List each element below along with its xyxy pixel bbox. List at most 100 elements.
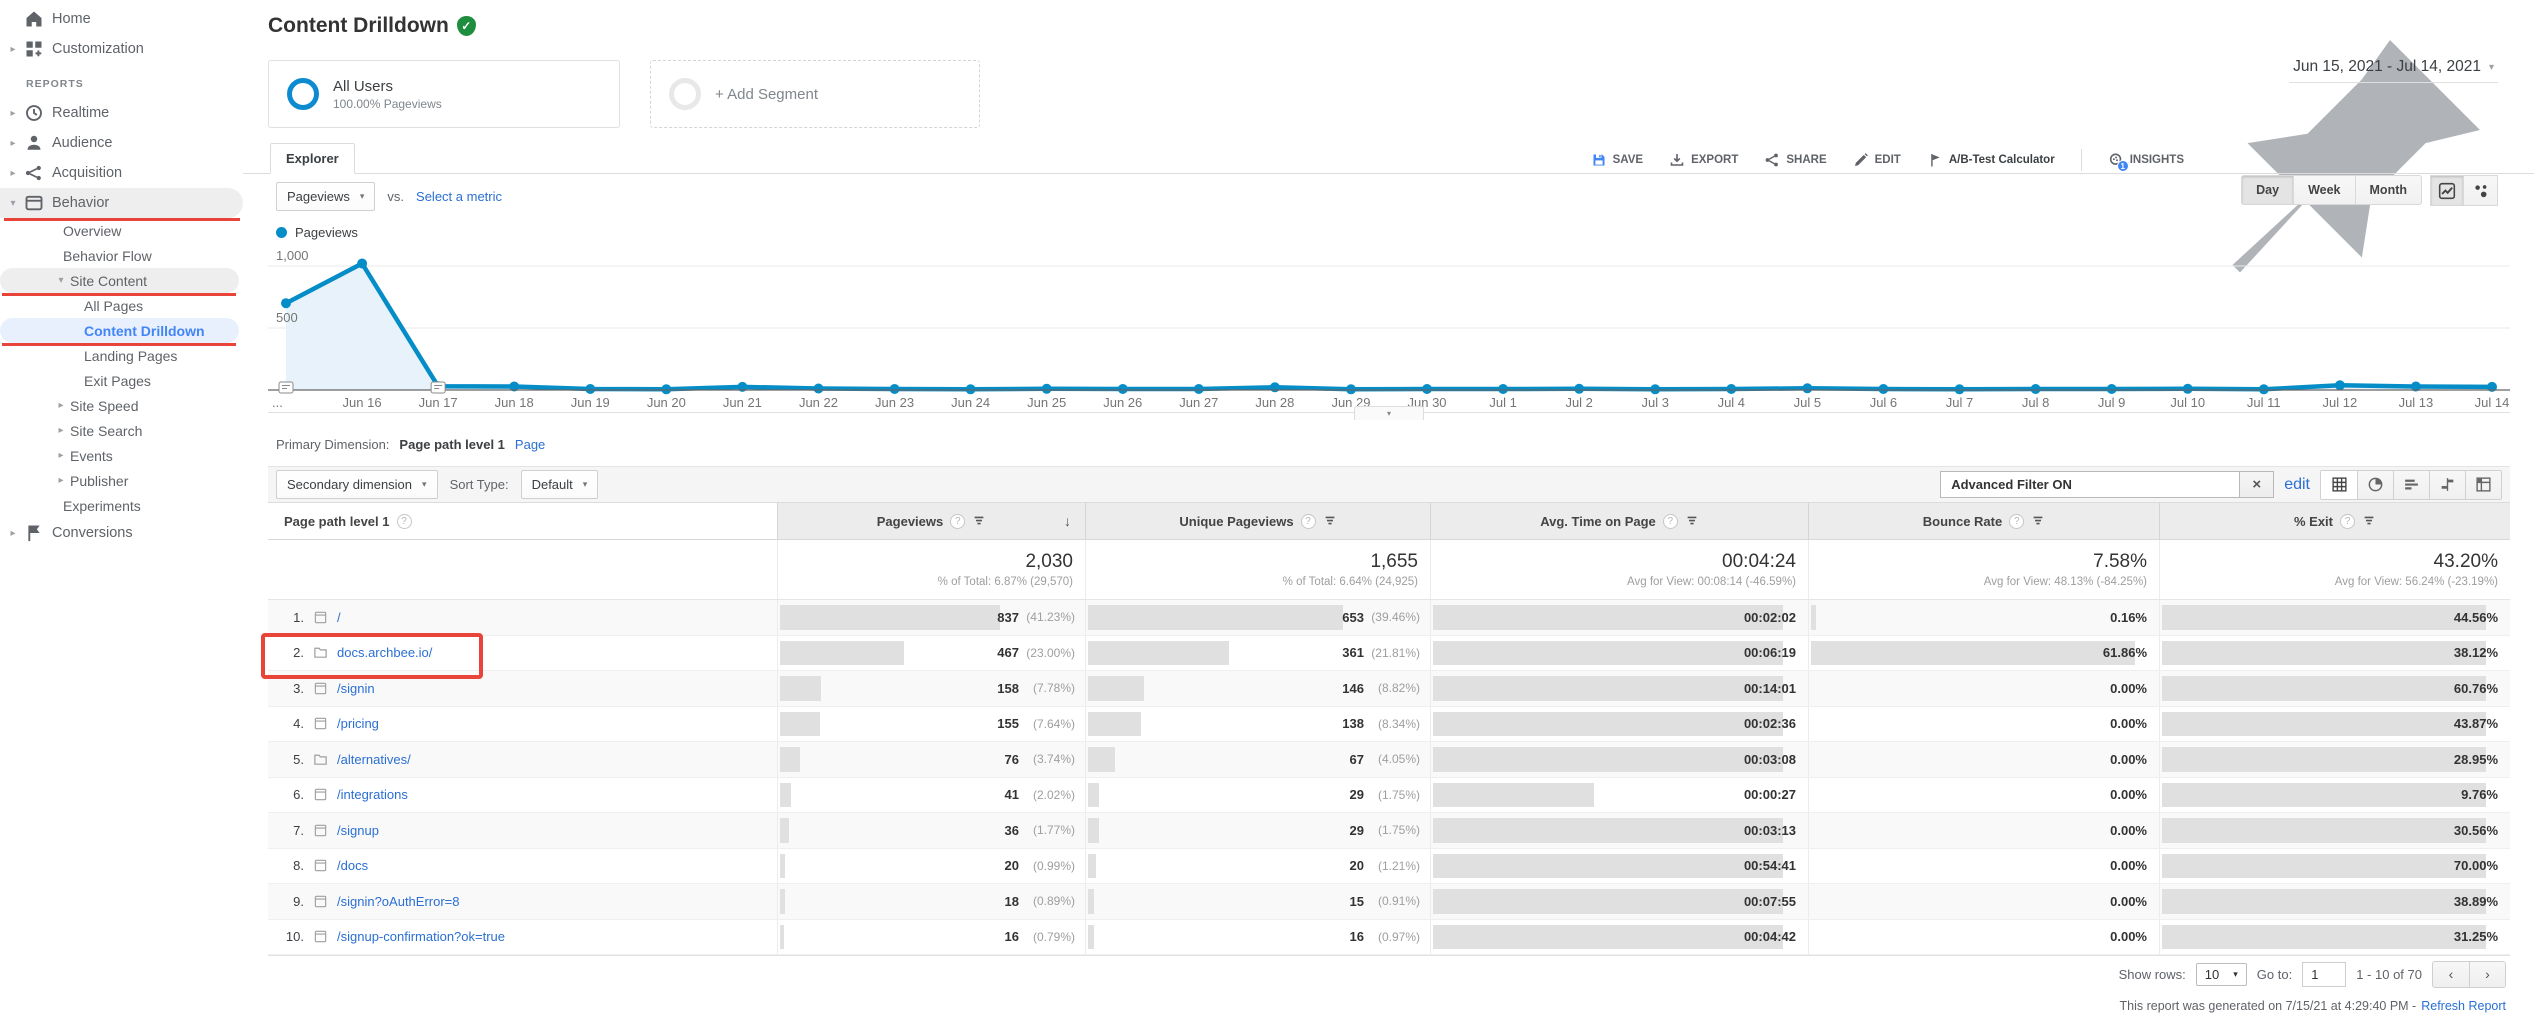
pivot-icon[interactable] (2465, 471, 2501, 499)
metric-value: 29 (1086, 787, 1364, 802)
goto-page-input[interactable] (2302, 962, 2346, 987)
metric-value: 00:54:41 (1744, 858, 1808, 873)
column-header-pageviews[interactable]: Pageviews?↓ (777, 503, 1085, 539)
sidebar-item-audience[interactable]: ▸Audience (0, 128, 243, 158)
column-header-bounce-rate[interactable]: Bounce Rate? (1808, 503, 2159, 539)
performance-icon[interactable] (2393, 471, 2429, 499)
sidebar-item-exit-pages[interactable]: Exit Pages (0, 368, 243, 393)
chart-collapse-button[interactable]: ▾ (1354, 406, 1424, 420)
primary-dimension-page-link[interactable]: Page (515, 437, 545, 452)
metric-percent: (41.23%) (1019, 610, 1085, 624)
sort-type-select[interactable]: Default ▾ (521, 470, 599, 499)
metric-percent: (21.81%) (1364, 646, 1430, 660)
sidebar-item-content-drilldown[interactable]: Content Drilldown (0, 318, 239, 343)
table-icon[interactable] (2321, 471, 2357, 499)
report-generated-row: This report was generated on 7/15/21 at … (268, 992, 2510, 1017)
date-range-picker[interactable]: Jun 15, 2021 - Jul 14, 2021 ▾ (2289, 56, 2498, 83)
sidebar-item-site-speed[interactable]: ▸Site Speed (0, 393, 243, 418)
metric-select[interactable]: Pageviews ▾ (276, 182, 375, 211)
sidebar-item-site-content[interactable]: ▾Site Content (0, 268, 239, 293)
help-icon[interactable]: ? (2340, 514, 2355, 529)
sidebar-item-realtime[interactable]: ▸Realtime (0, 98, 243, 128)
sidebar-item-home[interactable]: Home (0, 4, 243, 34)
refresh-report-link[interactable]: Refresh Report (2421, 999, 2506, 1013)
chevron-down-icon: ▾ (1387, 409, 1391, 418)
column-header--exit[interactable]: % Exit? (2159, 503, 2510, 539)
folder-icon (313, 645, 328, 660)
advanced-filter-input[interactable]: Advanced Filter ON (1940, 471, 2240, 498)
granularity-day[interactable]: Day (2241, 175, 2294, 205)
add-segment-button[interactable]: + Add Segment (650, 60, 980, 128)
caret-right-icon: ▸ (54, 450, 68, 461)
page-path-link[interactable]: /signin?oAuthError=8 (337, 894, 460, 909)
conversions-icon (24, 523, 44, 543)
sidebar-section-reports: REPORTS (0, 64, 243, 98)
help-icon[interactable]: ? (1301, 514, 1316, 529)
pageviews-cell: 41(2.02%) (777, 778, 1085, 813)
sidebar-item-overview[interactable]: Overview (0, 218, 243, 243)
pageviews-cell: 16(0.79%) (777, 920, 1085, 955)
select-metric-link[interactable]: Select a metric (416, 189, 502, 204)
next-page-button[interactable]: › (2469, 962, 2505, 987)
page-path-link[interactable]: /pricing (337, 716, 379, 731)
page-path-link[interactable]: /docs (337, 858, 368, 873)
page-path-cell: 8./docs (268, 849, 777, 884)
granularity-week[interactable]: Week (2294, 175, 2355, 205)
sidebar-item-label: Landing Pages (84, 348, 177, 364)
metric-percent: (7.64%) (1019, 717, 1085, 731)
metric-value: 0.00% (2110, 787, 2159, 802)
metric-value: 00:03:13 (1744, 823, 1808, 838)
help-icon[interactable]: ? (397, 514, 412, 529)
caret-right-icon: ▸ (6, 168, 20, 179)
secondary-dimension-select[interactable]: Secondary dimension ▾ (276, 470, 438, 499)
primary-dimension-selected[interactable]: Page path level 1 (399, 437, 505, 452)
percentage-icon[interactable] (2357, 471, 2393, 499)
sidebar-item-customization[interactable]: ▸Customization (0, 34, 243, 64)
primary-dimension-label: Primary Dimension: (276, 437, 389, 452)
page-path-link[interactable]: /integrations (337, 787, 408, 802)
svg-text:Jun 20: Jun 20 (647, 395, 686, 410)
sidebar-item-behavior[interactable]: ▾Behavior (0, 188, 243, 218)
sidebar-item-acquisition[interactable]: ▸Acquisition (0, 158, 243, 188)
sidebar-item-site-search[interactable]: ▸Site Search (0, 418, 243, 443)
prev-page-button[interactable]: ‹ (2433, 962, 2469, 987)
segment-all-users[interactable]: All Users 100.00% Pageviews (268, 60, 620, 128)
sidebar-item-landing-pages[interactable]: Landing Pages (0, 343, 243, 368)
edit-filter-link[interactable]: edit (2284, 476, 2310, 494)
motion-chart-icon[interactable] (2464, 175, 2498, 206)
sidebar-item-events[interactable]: ▸Events (0, 443, 243, 468)
page-path-link[interactable]: /alternatives/ (337, 752, 411, 767)
table-footer: Show rows: 10 ▾ Go to: 1 - 10 of 70 ‹ › (268, 955, 2510, 992)
page-path-link[interactable]: docs.archbee.io/ (337, 645, 432, 660)
column-header-page-path-level-1[interactable]: Page path level 1? (268, 503, 777, 539)
line-chart-icon[interactable] (2430, 175, 2464, 206)
percent-exit-cell: 70.00% (2159, 849, 2510, 884)
help-icon[interactable]: ? (2009, 514, 2024, 529)
metric-percent: (3.74%) (1019, 752, 1085, 766)
page-path-link[interactable]: /signin (337, 681, 375, 696)
unique-pageviews-cell: 15(0.91%) (1085, 884, 1430, 919)
page-path-link[interactable]: / (337, 610, 341, 625)
page-path-link[interactable]: /signup-confirmation?ok=true (337, 929, 505, 944)
column-header-avg-time-on-page[interactable]: Avg. Time on Page? (1430, 503, 1808, 539)
sidebar-item-label: Site Speed (70, 398, 139, 414)
sidebar-item-all-pages[interactable]: All Pages (0, 293, 243, 318)
sidebar-item-behavior-flow[interactable]: Behavior Flow (0, 243, 243, 268)
comparison-icon[interactable] (2429, 471, 2465, 499)
svg-text:Jun 19: Jun 19 (571, 395, 610, 410)
tab-explorer[interactable]: Explorer (270, 143, 355, 174)
column-header-unique-pageviews[interactable]: Unique Pageviews? (1085, 503, 1430, 539)
sidebar-item-experiments[interactable]: Experiments (0, 493, 243, 518)
close-icon[interactable]: × (2240, 471, 2274, 498)
primary-dimension-row: Primary Dimension: Page path level 1 Pag… (276, 437, 545, 452)
pageviews-cell: 36(1.77%) (777, 813, 1085, 848)
sidebar-item-publisher[interactable]: ▸Publisher (0, 468, 243, 493)
show-rows-select[interactable]: 10 ▾ (2196, 963, 2247, 986)
chevron-down-icon: ▾ (422, 479, 427, 490)
help-icon[interactable]: ? (1663, 514, 1678, 529)
sidebar-item-conversions[interactable]: ▸Conversions (0, 518, 243, 548)
help-icon[interactable]: ? (950, 514, 965, 529)
granularity-month[interactable]: Month (2356, 175, 2422, 205)
metric-value: 41 (778, 787, 1019, 802)
page-path-link[interactable]: /signup (337, 823, 379, 838)
